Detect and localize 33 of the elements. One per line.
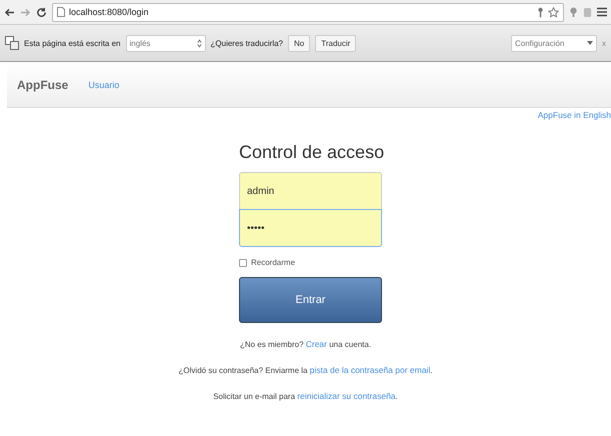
translate-question: ¿Quieres traducirla?: [210, 38, 283, 48]
page-icon: [57, 7, 65, 17]
remember-checkbox[interactable]: [239, 258, 247, 266]
brand-name[interactable]: AppFuse: [17, 78, 68, 92]
translate-icon: [5, 36, 19, 50]
help-text: ¿Olvidó su contraseña? Enviarme la pista de la contraseña por email.: [178, 365, 434, 375]
help-text: Solicitar un e-mail para reinicializar su contraseña.: [212, 391, 399, 401]
star-icon[interactable]: [548, 6, 559, 18]
translate-button[interactable]: Traducir: [315, 34, 356, 52]
language-link[interactable]: AppFuse in English: [538, 110, 611, 120]
submit-button[interactable]: Entrar: [239, 277, 382, 323]
login-title: Control de acceso: [239, 141, 384, 164]
back-icon[interactable]: [4, 8, 15, 16]
password-field[interactable]: •••••: [239, 209, 382, 247]
nav-link[interactable]: Usuario: [88, 80, 120, 90]
reload-icon[interactable]: [36, 6, 47, 18]
key-icon[interactable]: [537, 6, 544, 18]
caret-icon: [587, 41, 593, 45]
help-link[interactable]: reinicializar su contraseña: [297, 391, 396, 401]
language-select[interactable]: inglés: [126, 34, 206, 52]
close-button[interactable]: x: [602, 38, 606, 48]
translate-button[interactable]: No: [288, 34, 310, 52]
username-field[interactable]: admin: [239, 172, 382, 210]
help-link[interactable]: Crear: [306, 339, 327, 349]
remember-label: Recordarme: [251, 258, 296, 267]
menu-icon[interactable]: [597, 7, 607, 17]
extension-icon[interactable]: [569, 6, 578, 18]
stepper-icon: [196, 38, 202, 48]
help-link[interactable]: pista de la contraseña por email: [310, 365, 430, 375]
address-bar[interactable]: localhost:8080/login: [52, 2, 564, 22]
help-text: ¿No es miembro? Crear una cuenta.: [238, 339, 372, 349]
settings-select[interactable]: Configuración: [511, 34, 597, 52]
translate-message: Esta página está escrita en: [24, 38, 121, 48]
